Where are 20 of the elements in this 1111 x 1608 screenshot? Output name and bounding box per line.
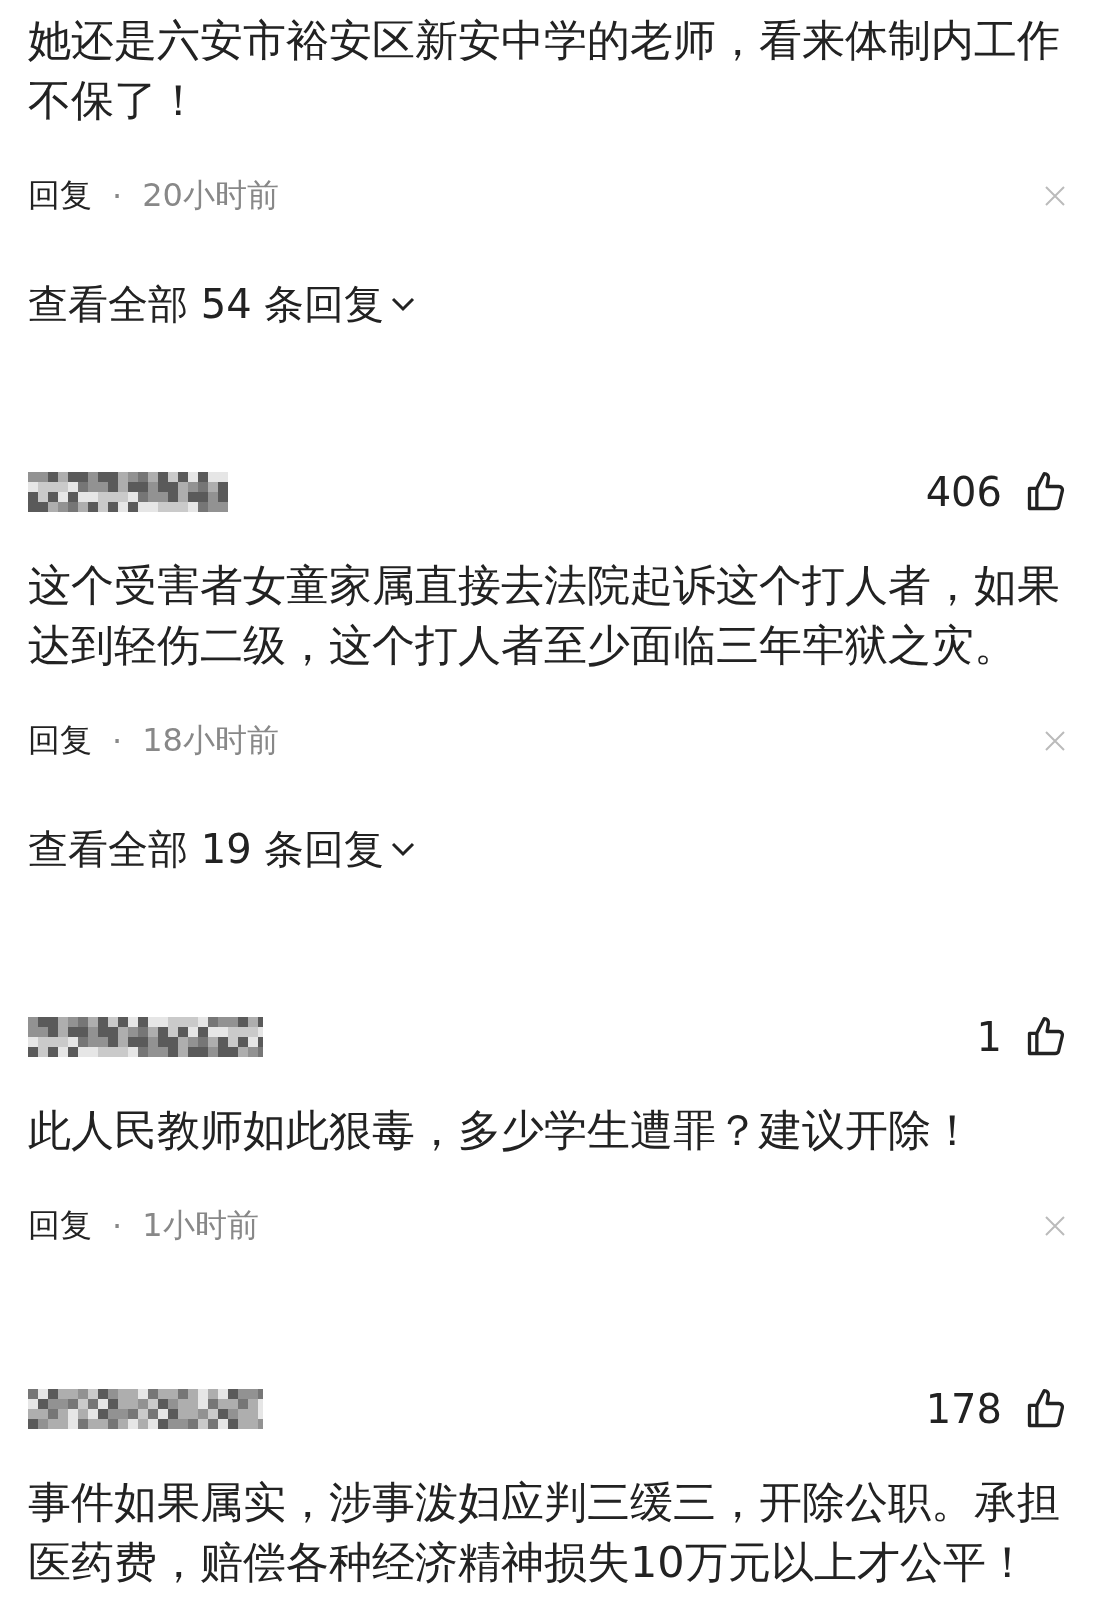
comment-text: 事件如果属实，涉事泼妇应判三缓三，开除公职。承担医药费，赔偿各种经济精神损失10万元以上才公平！	[28, 1476, 1061, 1589]
reply-link[interactable]: 回复	[28, 719, 92, 763]
separator-dot: ·	[112, 1207, 123, 1245]
reply-link[interactable]: 回复	[28, 174, 92, 218]
timestamp: 1小时前	[142, 1205, 259, 1246]
separator-dot: ·	[112, 177, 123, 215]
view-replies-link[interactable]: 查看全部 19 条回复	[28, 824, 417, 874]
reply-link[interactable]: 回复	[28, 1204, 92, 1248]
chevron-down-icon	[390, 296, 417, 312]
like-count: 178	[925, 1386, 1002, 1432]
like-count: 1	[976, 1014, 1002, 1060]
like-count: 406	[925, 469, 1002, 515]
timestamp: 20小时前	[142, 175, 279, 216]
comment-text: 她还是六安市裕安区新安中学的老师，看来体制内工作不保了！	[28, 14, 1061, 127]
comment-text: 此人民教师如此狠毒，多少学生遭罪？建议开除！	[28, 1104, 975, 1157]
timestamp: 18小时前	[142, 720, 279, 761]
chevron-down-icon	[390, 841, 417, 857]
view-replies-link[interactable]: 查看全部 54 条回复	[28, 279, 417, 329]
comment-text: 这个受害者女童家属直接去法院起诉这个打人者，如果达到轻伤二级，这个打人者至少面临三年牢狱之灾。	[28, 559, 1061, 672]
separator-dot: ·	[112, 722, 123, 760]
